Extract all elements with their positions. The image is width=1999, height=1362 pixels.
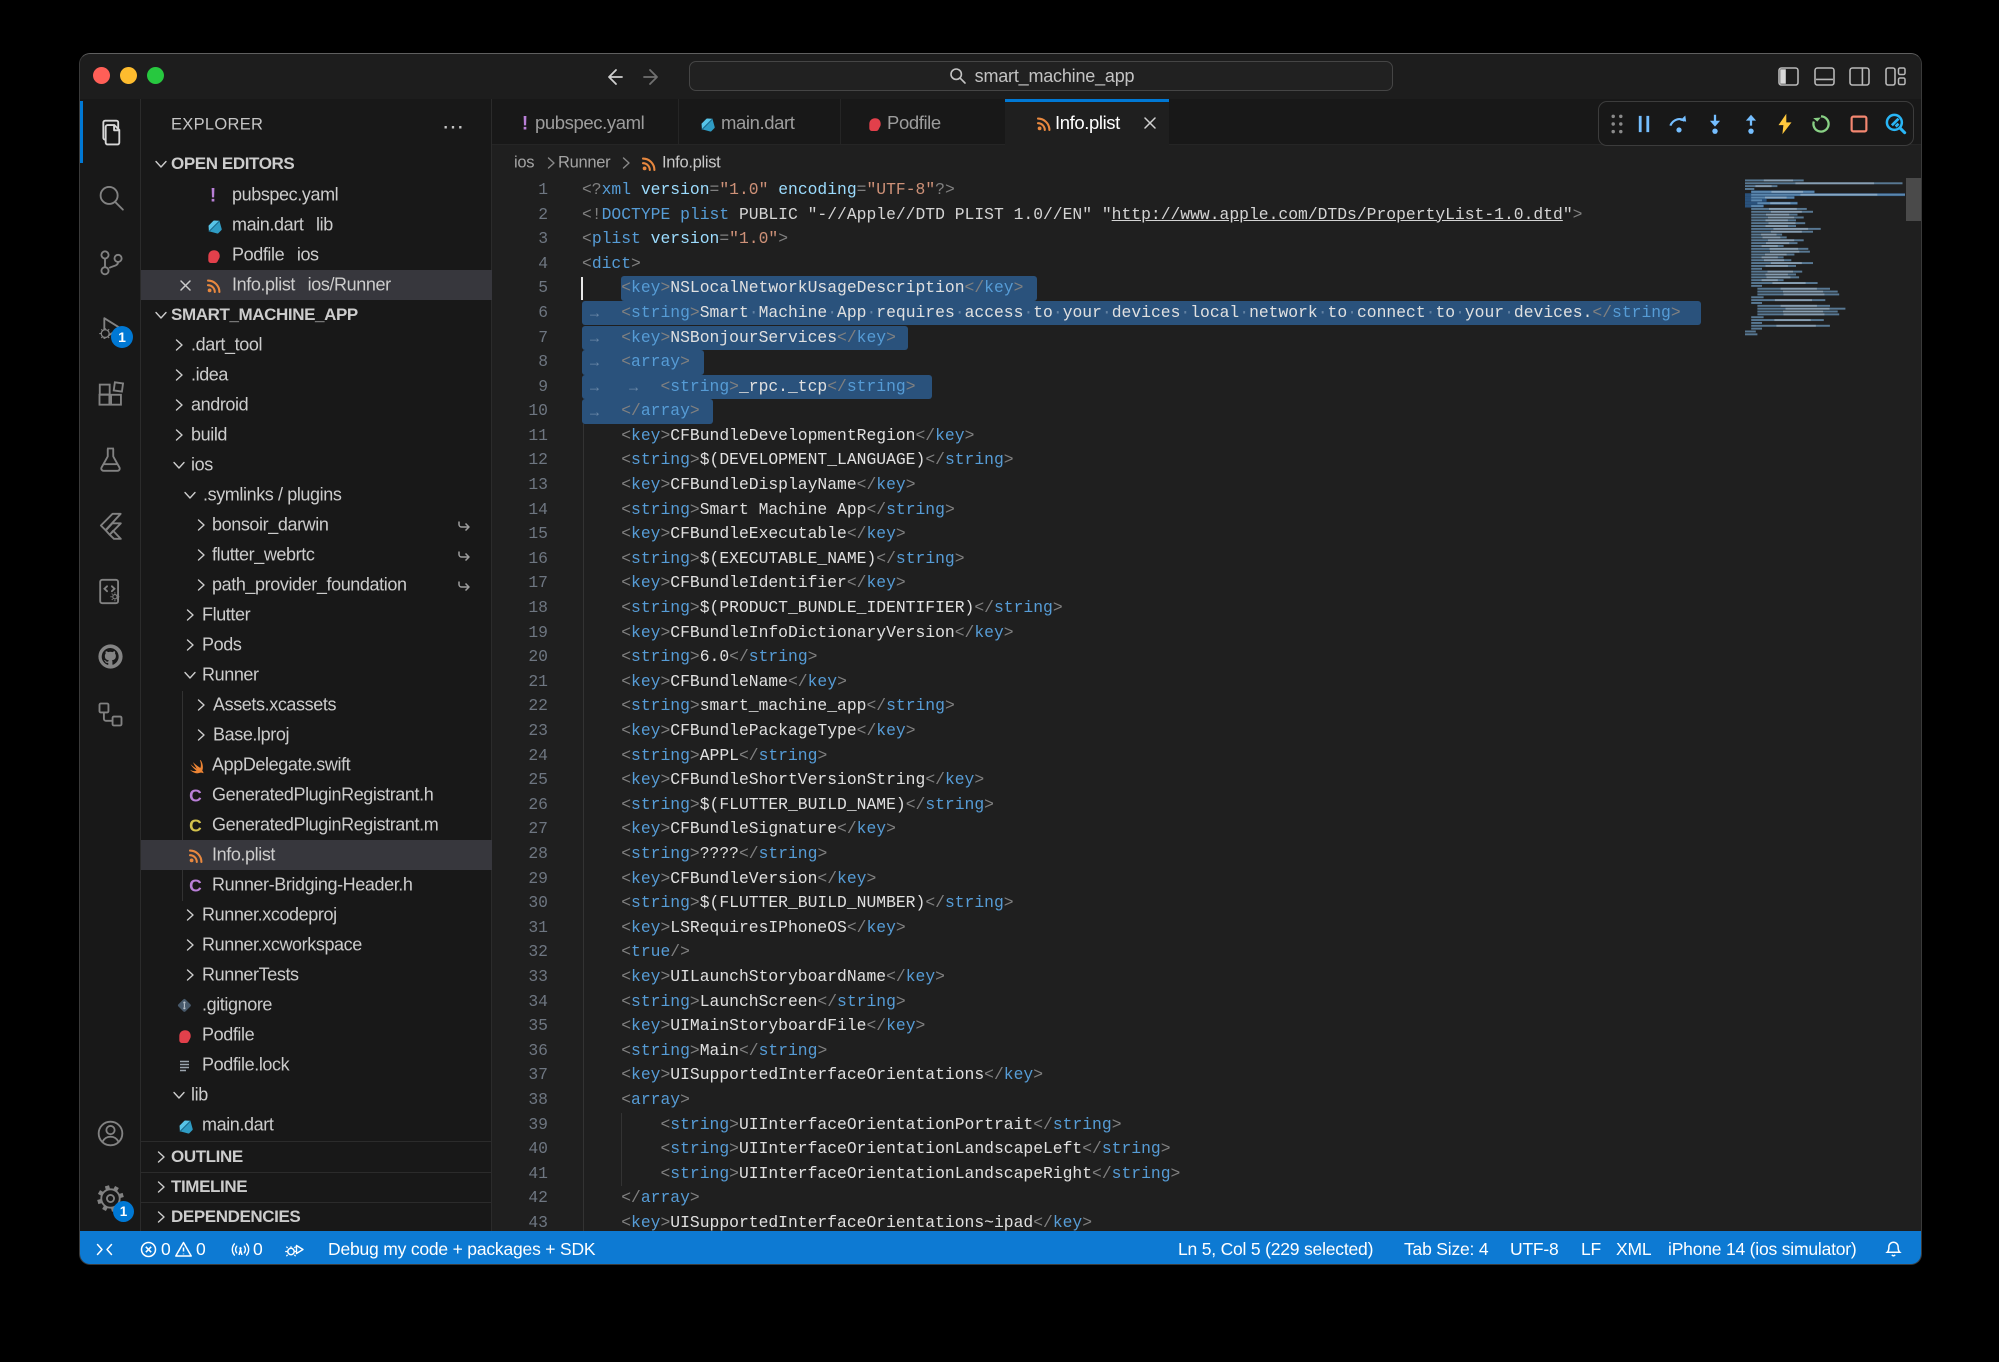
svg-text:!: !: [210, 187, 216, 204]
svg-text:!: !: [522, 115, 528, 132]
svg-text:C: C: [189, 817, 202, 834]
svg-text:C: C: [189, 877, 202, 894]
svg-text:C: C: [189, 787, 202, 804]
